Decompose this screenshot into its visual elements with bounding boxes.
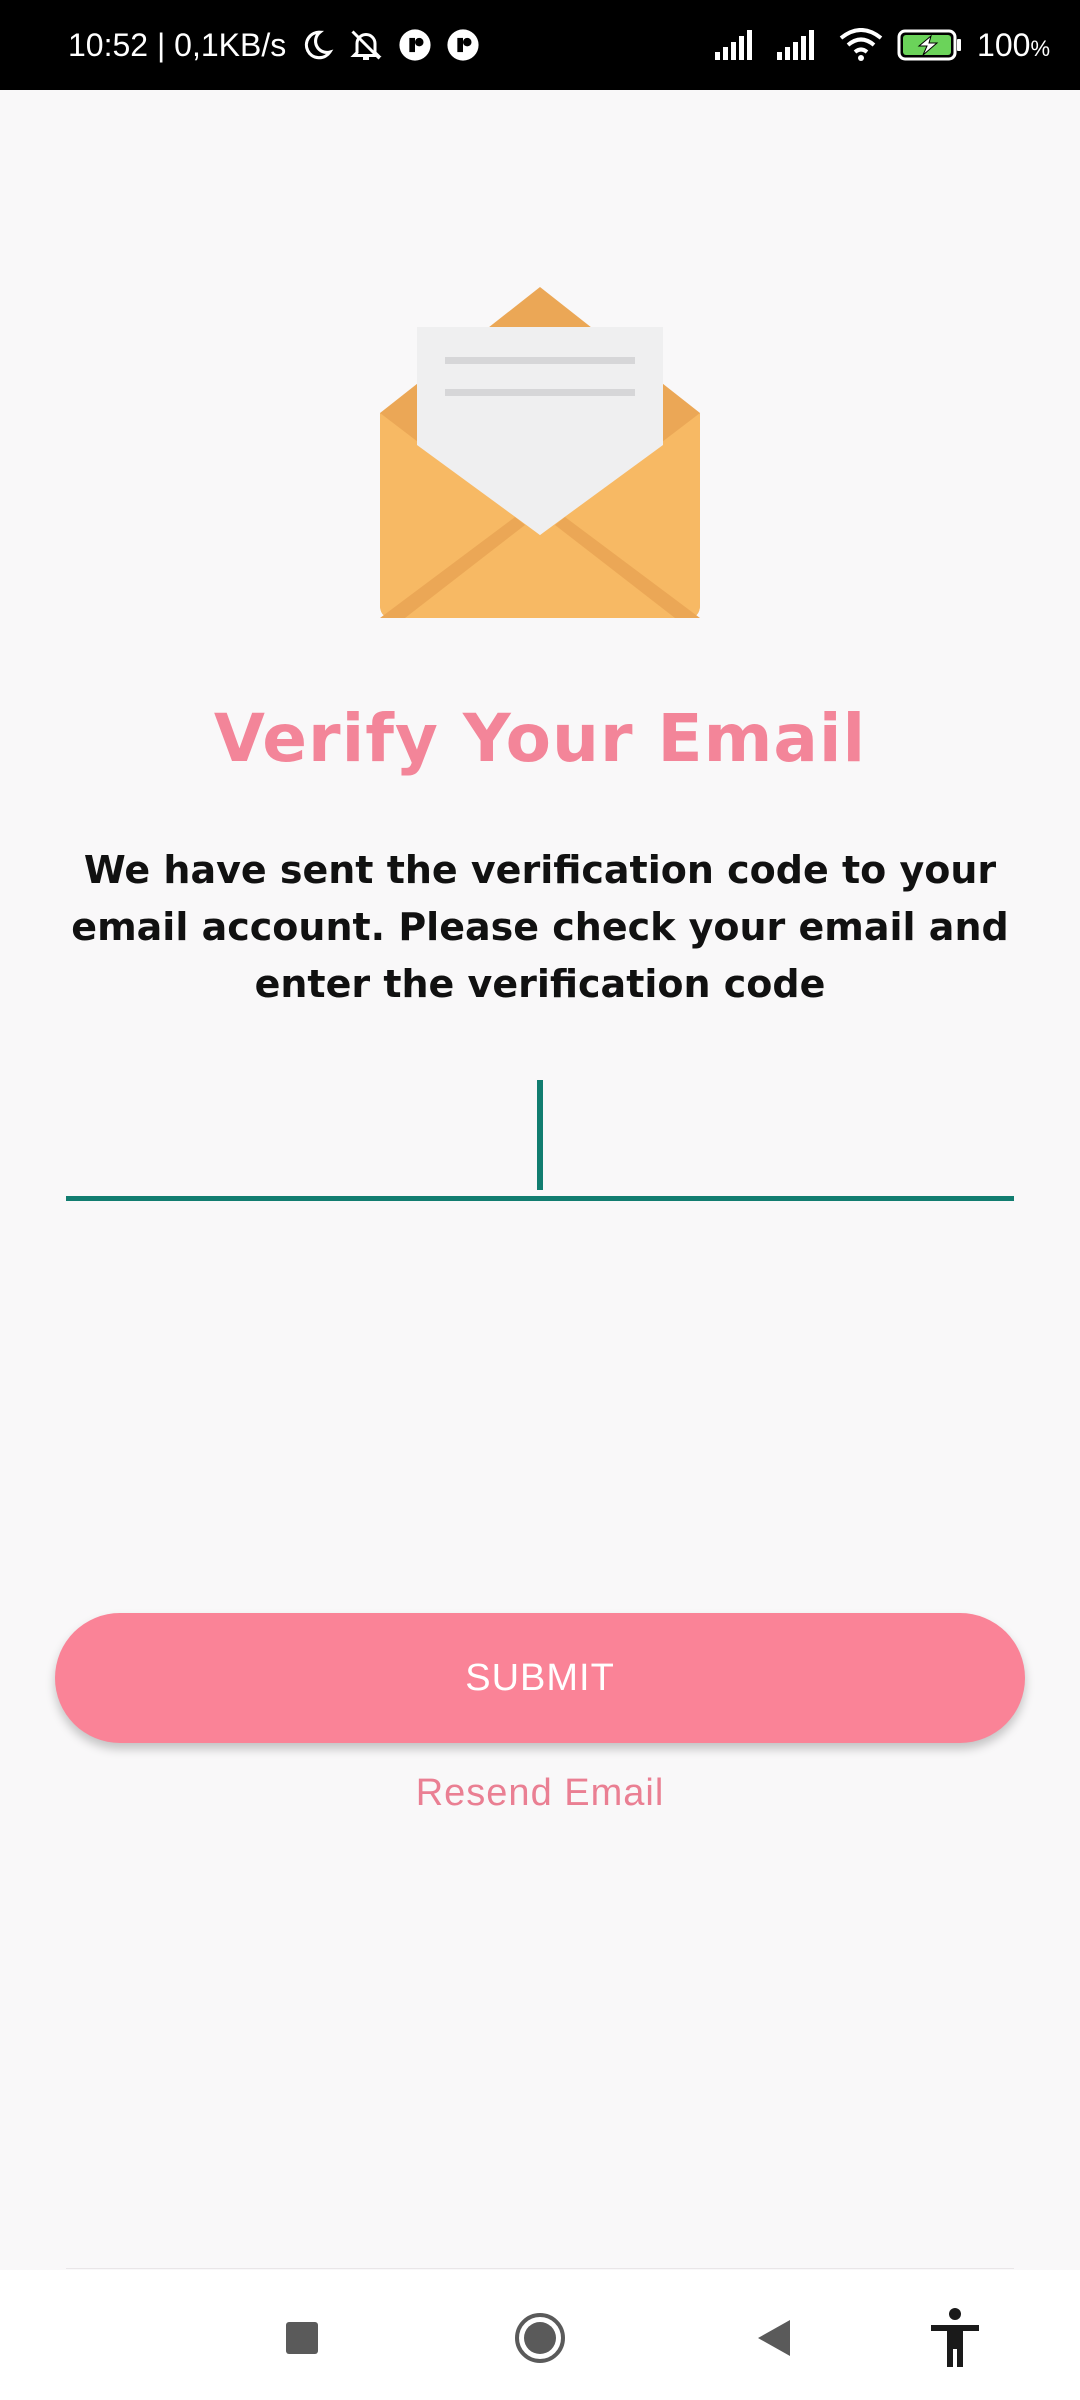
signal-icon xyxy=(715,30,763,60)
status-bar: 10:52 | 0,1KB/s 100% xyxy=(0,0,1080,90)
status-time: 10:52 | 0,1KB/s xyxy=(68,26,287,63)
battery-unit: % xyxy=(1030,35,1050,61)
battery-value: 100 xyxy=(977,26,1031,63)
page-title: Verify Your Email xyxy=(213,700,867,777)
battery-percentage: 100% xyxy=(977,27,1050,64)
back-icon[interactable] xyxy=(734,2298,814,2378)
wifi-icon xyxy=(839,28,883,62)
resend-email-link[interactable]: Resend Email xyxy=(0,1772,1080,1815)
app-icon xyxy=(398,28,432,62)
divider xyxy=(66,2268,1014,2269)
signal-icon xyxy=(777,30,825,60)
text-cursor xyxy=(537,1080,543,1190)
accessibility-icon[interactable] xyxy=(915,2298,995,2378)
app-icon xyxy=(446,28,480,62)
home-icon[interactable] xyxy=(500,2298,580,2378)
verify-email-screen: 10:52 | 0,1KB/s 100% Verify Your Email W… xyxy=(0,0,1080,2400)
battery-charging-icon xyxy=(897,28,963,62)
recent-apps-icon[interactable] xyxy=(262,2298,342,2378)
navigation-bar xyxy=(0,2270,1080,2400)
submit-button[interactable]: SUBMIT xyxy=(55,1613,1025,1743)
moon-icon xyxy=(300,28,334,62)
instruction-text: We have sent the verification code to yo… xyxy=(71,848,1009,1006)
envelope-illustration xyxy=(375,285,705,625)
bell-off-icon xyxy=(348,27,384,63)
